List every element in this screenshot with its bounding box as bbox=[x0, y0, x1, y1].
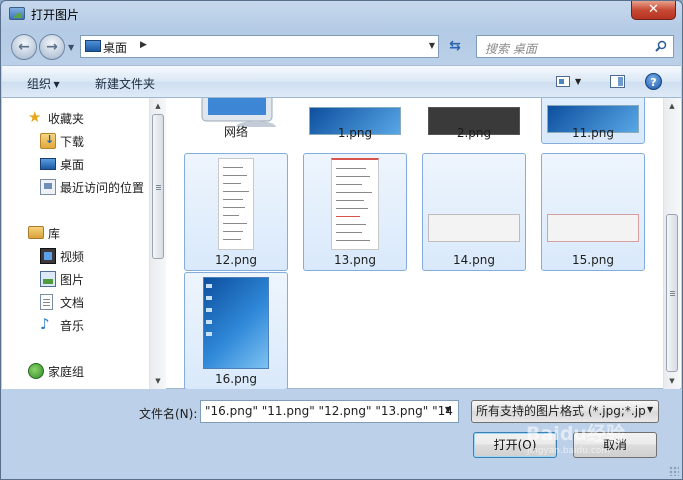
library-icon bbox=[28, 226, 44, 239]
music-icon: ♪ bbox=[40, 315, 50, 333]
desktop-icon bbox=[40, 158, 56, 170]
file-name: 12.png bbox=[215, 253, 257, 267]
nav-item-label: 库 bbox=[48, 227, 61, 241]
file-item-selected[interactable]: 14.png bbox=[422, 153, 526, 271]
file-thumbnail bbox=[218, 158, 254, 250]
file-item[interactable]: 网络 bbox=[184, 98, 288, 144]
file-thumbnail bbox=[547, 214, 639, 242]
file-list-scrollbar[interactable]: ▲ ▼ bbox=[663, 98, 680, 389]
file-name: 16.png bbox=[215, 372, 257, 386]
content-area: ★ 收藏夹 下载 桌面 最近访问的位置 库 视频 bbox=[2, 98, 681, 389]
nav-item-label: 桌面 bbox=[60, 158, 85, 172]
refresh-button[interactable]: ⇆ bbox=[443, 35, 467, 58]
nav-item-label: 家庭组 bbox=[48, 365, 85, 379]
pictures-icon bbox=[40, 271, 56, 287]
file-name: 15.png bbox=[572, 253, 614, 267]
star-icon: ★ bbox=[28, 108, 42, 126]
open-image-dialog: 打开图片 ✕ ← → ▼ 桌面 ▶ ▼ ⇆ 搜索 桌面 组织 新建文件夹 ▼ ?… bbox=[0, 0, 683, 480]
resize-grip-icon[interactable] bbox=[669, 466, 679, 476]
scroll-down-icon[interactable]: ▼ bbox=[150, 373, 166, 389]
desktop-icon bbox=[85, 40, 101, 52]
file-item[interactable]: 1.png bbox=[303, 98, 407, 144]
organize-button[interactable]: 组织 bbox=[27, 75, 60, 92]
file-item-selected[interactable]: 11.png bbox=[541, 98, 645, 144]
file-item-selected[interactable]: 15.png bbox=[541, 153, 645, 271]
scrollbar-thumb[interactable] bbox=[152, 114, 164, 259]
nav-item-label: 音乐 bbox=[60, 319, 85, 333]
window-title: 打开图片 bbox=[31, 8, 80, 22]
forward-button[interactable]: → bbox=[39, 34, 65, 60]
filename-field[interactable]: "16.png" "11.png" "12.png" "13.png" "14 bbox=[200, 400, 459, 423]
navigation-pane: ★ 收藏夹 下载 桌面 最近访问的位置 库 视频 bbox=[2, 98, 166, 389]
change-view-icon[interactable] bbox=[556, 76, 570, 87]
title-bar[interactable]: 打开图片 ✕ bbox=[1, 1, 682, 28]
search-placeholder: 搜索 桌面 bbox=[485, 42, 537, 56]
file-name: 2.png bbox=[456, 126, 492, 140]
help-icon[interactable]: ? bbox=[645, 73, 662, 90]
file-thumbnail bbox=[331, 158, 379, 250]
address-path[interactable]: 桌面 bbox=[103, 39, 127, 56]
command-bar: 组织 新建文件夹 ▼ ? bbox=[2, 65, 681, 98]
file-item-selected[interactable]: 16.png bbox=[184, 272, 288, 389]
scroll-down-icon[interactable]: ▼ bbox=[664, 373, 680, 389]
scroll-up-icon[interactable]: ▲ bbox=[150, 98, 166, 114]
close-button[interactable]: ✕ bbox=[631, 1, 676, 20]
address-dropdown-icon[interactable]: ▼ bbox=[429, 41, 435, 50]
file-name: 14.png bbox=[453, 253, 495, 267]
search-icon[interactable] bbox=[655, 40, 667, 52]
picture-app-icon bbox=[9, 7, 25, 20]
file-item[interactable]: 2.png bbox=[422, 98, 526, 144]
recent-locations-chevron-icon[interactable]: ▼ bbox=[68, 43, 74, 52]
file-name: 1.png bbox=[337, 126, 373, 140]
preview-pane-icon[interactable] bbox=[610, 75, 625, 88]
file-name: 网络 bbox=[223, 125, 248, 139]
watermark-url: jingyan.baidu.com bbox=[527, 446, 611, 456]
download-folder-icon bbox=[40, 133, 56, 149]
nav-item-label: 收藏夹 bbox=[48, 112, 85, 126]
search-input[interactable]: 搜索 桌面 bbox=[476, 35, 674, 58]
nav-item-label: 图片 bbox=[60, 273, 85, 287]
address-bar[interactable]: 桌面 ▶ ▼ bbox=[80, 35, 439, 58]
nav-item-label: 文档 bbox=[60, 296, 85, 310]
nav-item-label: 视频 bbox=[60, 250, 85, 264]
file-thumbnail bbox=[203, 277, 269, 369]
file-item-selected[interactable]: 13.png bbox=[303, 153, 407, 271]
scroll-up-icon[interactable]: ▲ bbox=[664, 98, 680, 114]
file-type-dropdown-icon[interactable]: ▼ bbox=[647, 405, 653, 414]
file-thumbnail bbox=[428, 214, 520, 242]
nav-item-label: 下载 bbox=[60, 135, 85, 149]
new-folder-button[interactable]: 新建文件夹 bbox=[95, 75, 155, 92]
file-list: 网络 1.png 2.png 11.png 12.png 13.png 14.p… bbox=[167, 98, 662, 389]
recent-places-icon bbox=[40, 179, 56, 195]
filename-dropdown-icon[interactable]: ▼ bbox=[445, 405, 451, 414]
back-button[interactable]: ← bbox=[11, 34, 37, 60]
nav-item-label: 最近访问的位置 bbox=[60, 181, 145, 195]
breadcrumb-arrow-icon[interactable]: ▶ bbox=[140, 40, 147, 50]
filename-label: 文件名(N): bbox=[139, 407, 198, 421]
video-icon bbox=[40, 248, 56, 264]
file-item-selected[interactable]: 12.png bbox=[184, 153, 288, 271]
scrollbar-thumb[interactable] bbox=[666, 214, 678, 372]
watermark: Baidu经验 bbox=[526, 423, 625, 445]
file-name: 11.png bbox=[572, 126, 614, 140]
view-dropdown-icon[interactable]: ▼ bbox=[575, 77, 581, 86]
homegroup-icon bbox=[28, 363, 44, 379]
file-name: 13.png bbox=[334, 253, 376, 267]
documents-icon bbox=[40, 294, 53, 310]
nav-pane-scrollbar[interactable]: ▲ ▼ bbox=[149, 98, 166, 389]
